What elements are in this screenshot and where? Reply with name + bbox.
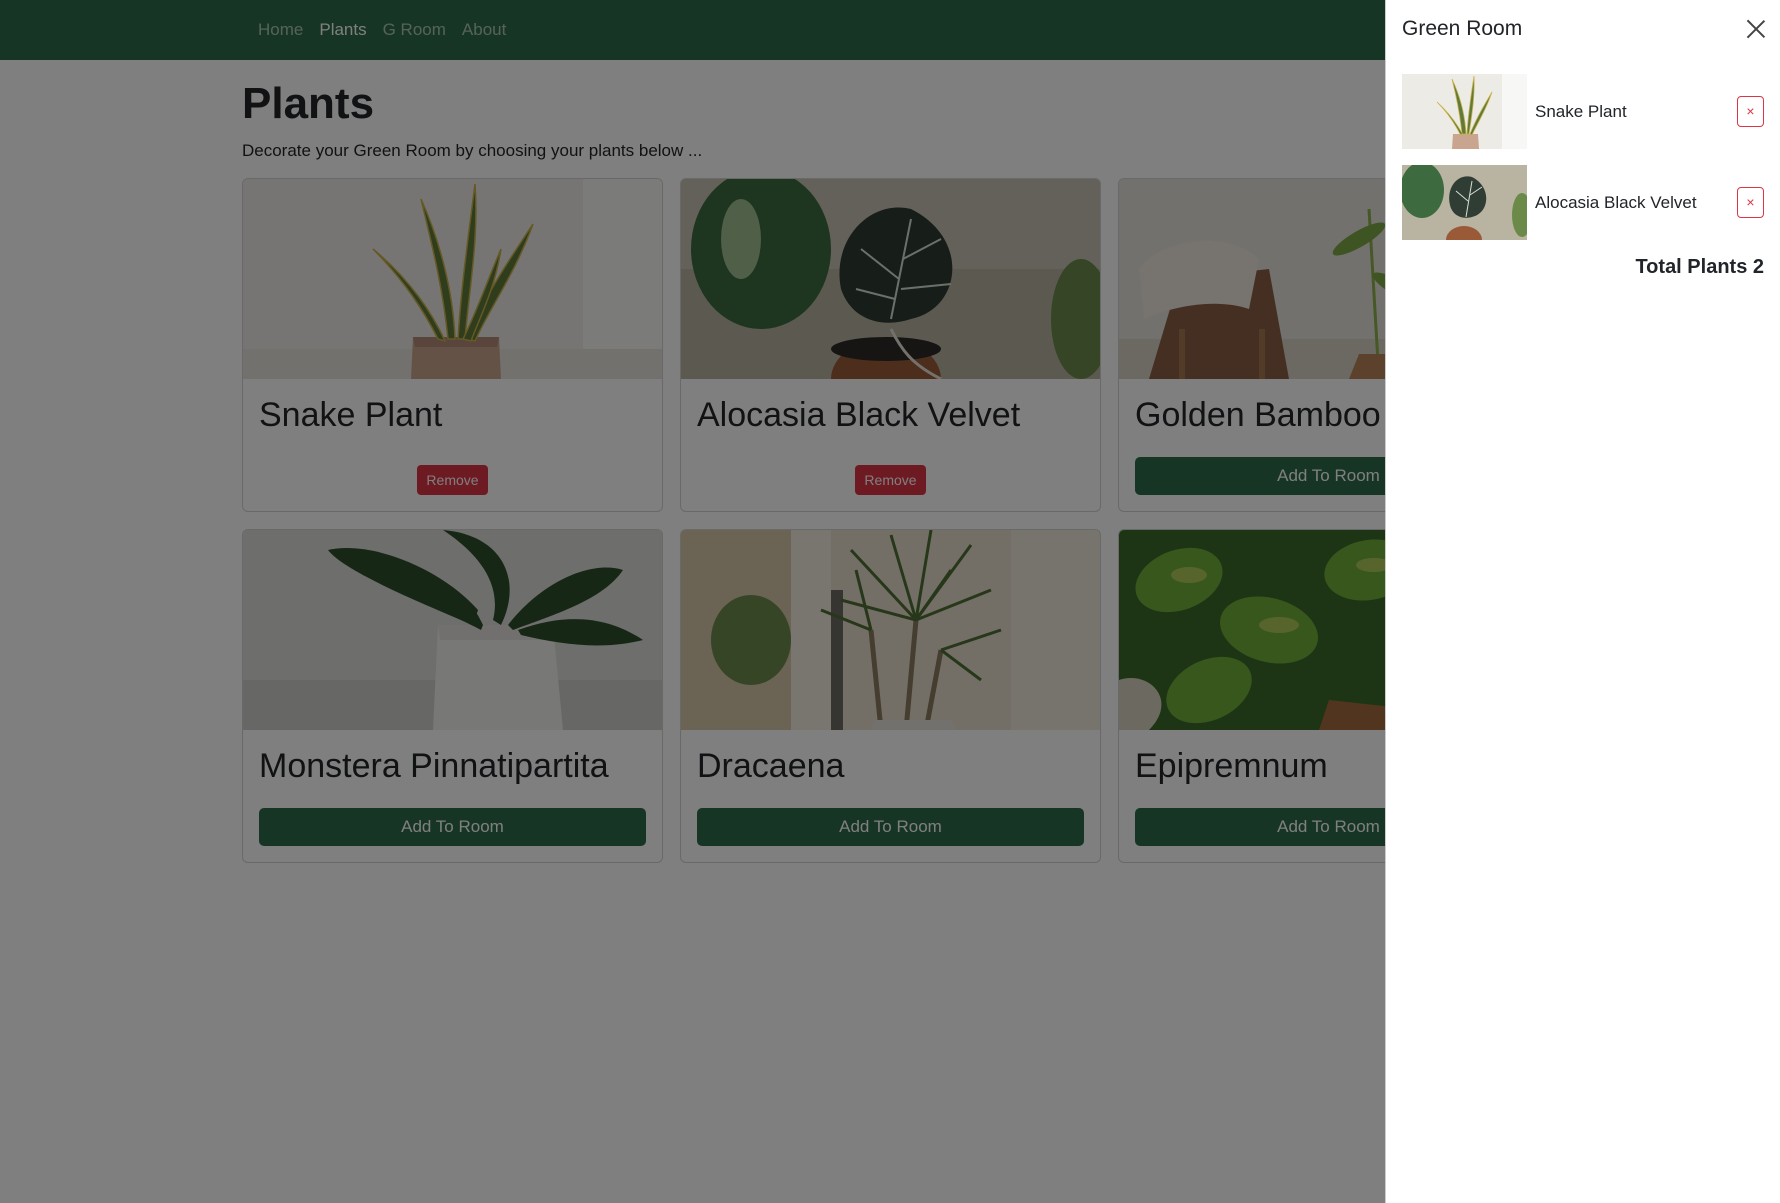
panel-header: Green Room bbox=[1402, 0, 1764, 56]
remove-item-button[interactable]: × bbox=[1737, 96, 1764, 127]
list-item: Alocasia Black Velvet × bbox=[1402, 165, 1764, 240]
room-item-name: Alocasia Black Velvet bbox=[1535, 192, 1697, 212]
close-icon[interactable] bbox=[1744, 17, 1768, 41]
alocasia-thumbnail bbox=[1402, 165, 1527, 240]
panel-title: Green Room bbox=[1402, 17, 1523, 40]
room-list: Snake Plant × Alocasia Black Velvet × bbox=[1402, 74, 1764, 240]
total-plants: Total Plants 2 bbox=[1635, 256, 1764, 278]
green-room-panel: Green Room Snake Plant × Alocasia Black … bbox=[1385, 0, 1780, 1203]
remove-item-button[interactable]: × bbox=[1737, 187, 1764, 218]
room-item-name: Snake Plant bbox=[1535, 101, 1627, 121]
snake-plant-thumbnail bbox=[1402, 74, 1527, 149]
list-item: Snake Plant × bbox=[1402, 74, 1764, 149]
